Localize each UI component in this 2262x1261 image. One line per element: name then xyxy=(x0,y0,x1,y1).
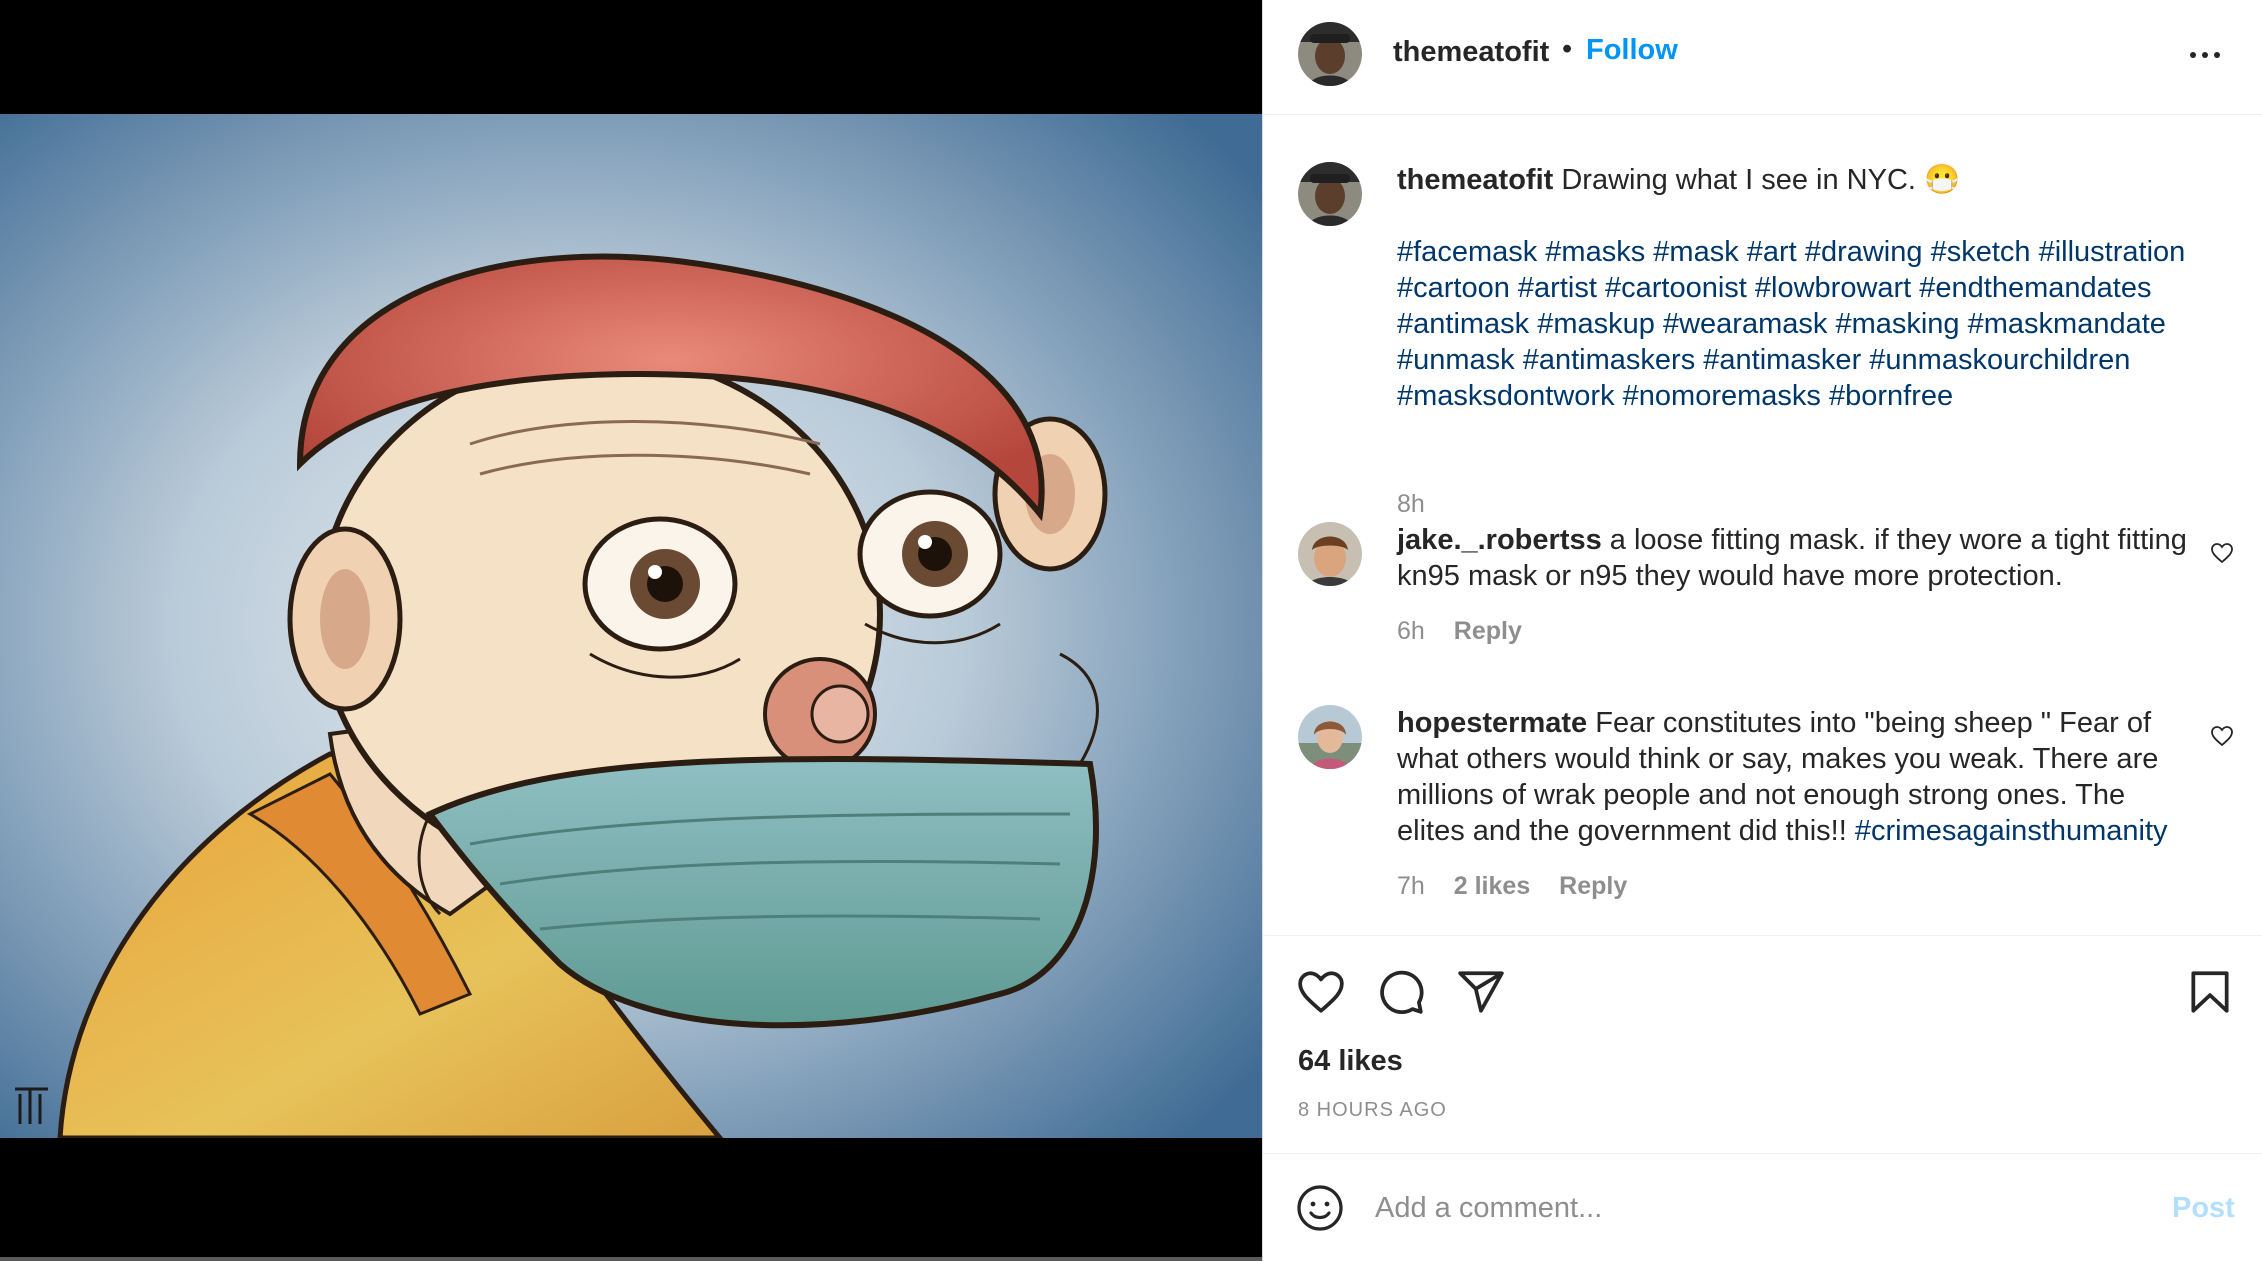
hashtag-link[interactable]: #unmaskourchildren xyxy=(1869,344,2130,376)
comment-meta: 6h Reply xyxy=(1397,617,1544,646)
comment-username[interactable]: jake._.robertss xyxy=(1397,524,1602,556)
post-details-panel: themeatofit • Follow themeatofit Drawing… xyxy=(1263,0,2262,1261)
more-options-icon[interactable] xyxy=(2185,38,2225,68)
hashtag-link[interactable]: #illustration xyxy=(2039,236,2186,268)
hashtag-link[interactable]: #facemask xyxy=(1397,236,1537,268)
comment-text: hopestermate Fear constitutes into "bein… xyxy=(1397,705,2197,849)
hashtag-link[interactable]: #artist xyxy=(1518,272,1597,304)
comment-text: jake._.robertss a loose fitting mask. if… xyxy=(1397,522,2197,594)
hashtag-link[interactable]: #cartoon xyxy=(1397,272,1510,304)
heart-icon[interactable] xyxy=(1296,967,1346,1017)
comments-section: themeatofit Drawing what I see in NYC. 😷… xyxy=(1263,115,2262,935)
caption-time[interactable]: 8h xyxy=(1397,490,1425,518)
hashtag-link[interactable]: #bornfree xyxy=(1829,380,1953,412)
hashtag-link[interactable]: #maskmandate xyxy=(1968,308,2166,340)
hashtag-link[interactable]: #unmask xyxy=(1397,344,1515,376)
post-media xyxy=(0,0,1263,1261)
hashtag-link[interactable]: #masking xyxy=(1835,308,1959,340)
media-bottom-strip xyxy=(0,1257,1263,1261)
like-comment-heart-icon[interactable] xyxy=(2209,724,2235,748)
follow-button[interactable]: Follow xyxy=(1586,34,1678,67)
post-timestamp: 8 HOURS AGO xyxy=(1298,1099,1447,1121)
hashtag-link[interactable]: #antimasker xyxy=(1703,344,1861,376)
commenter-avatar[interactable] xyxy=(1298,705,1362,769)
hashtag-link[interactable]: #antimaskers xyxy=(1523,344,1695,376)
comment-time[interactable]: 7h xyxy=(1397,872,1425,900)
hashtag-link[interactable]: #art xyxy=(1747,236,1797,268)
caption-author-avatar[interactable] xyxy=(1298,162,1362,226)
comment-icon[interactable] xyxy=(1376,967,1426,1017)
comment-username[interactable]: hopestermate xyxy=(1397,707,1587,739)
hashtag-link[interactable]: #mask xyxy=(1653,236,1738,268)
emoji-icon[interactable] xyxy=(1296,1184,1344,1232)
share-icon[interactable] xyxy=(1456,967,1506,1017)
post-comment-button[interactable]: Post xyxy=(2172,1192,2235,1225)
like-count[interactable]: 64 likes xyxy=(1298,1045,1403,1078)
hashtag-link[interactable]: #masks xyxy=(1545,236,1645,268)
post-header: themeatofit • Follow xyxy=(1263,0,2262,115)
hashtag-link[interactable]: #crimesagainsthumanity xyxy=(1855,815,2168,847)
hashtag-link[interactable]: #masksdontwork xyxy=(1397,380,1615,412)
author-username[interactable]: themeatofit xyxy=(1393,36,1549,69)
reply-button[interactable]: Reply xyxy=(1454,617,1522,645)
comment-likes[interactable]: 2 likes xyxy=(1454,872,1530,900)
caption-text: themeatofit Drawing what I see in NYC. 😷… xyxy=(1397,162,2197,414)
caption-username[interactable]: themeatofit xyxy=(1397,164,1553,196)
author-avatar[interactable] xyxy=(1298,22,1362,86)
comment-time[interactable]: 6h xyxy=(1397,617,1425,645)
comment-meta: 7h 2 likes Reply xyxy=(1397,872,1649,901)
hashtag-link[interactable]: #wearamask xyxy=(1663,308,1827,340)
caption-meta: 8h xyxy=(1397,490,1447,519)
hashtag-link[interactable]: #maskup xyxy=(1537,308,1655,340)
post-actions: 64 likes 8 HOURS AGO xyxy=(1263,935,2262,1153)
separator-dot: • xyxy=(1562,33,1573,65)
hashtag-link[interactable]: #antimask xyxy=(1397,308,1529,340)
add-comment-bar: Post xyxy=(1263,1153,2262,1261)
hashtag-link[interactable]: #lowbrowart xyxy=(1755,272,1911,304)
comment-input[interactable] xyxy=(1375,1184,2075,1232)
artwork-illustration xyxy=(0,114,1263,1138)
commenter-avatar[interactable] xyxy=(1298,522,1362,586)
hashtag-link[interactable]: #endthemandates xyxy=(1919,272,2151,304)
caption-hashtags: #facemask #masks #mask #art #drawing #sk… xyxy=(1397,234,2197,414)
like-comment-heart-icon[interactable] xyxy=(2209,541,2235,565)
mask-emoji: 😷 xyxy=(1924,164,1961,196)
reply-button[interactable]: Reply xyxy=(1559,872,1627,900)
hashtag-link[interactable]: #cartoonist xyxy=(1605,272,1747,304)
hashtag-link[interactable]: #nomoremasks xyxy=(1623,380,1821,412)
post-image[interactable] xyxy=(0,114,1263,1138)
caption-body: Drawing what I see in NYC. xyxy=(1561,164,1916,196)
hashtag-link[interactable]: #sketch xyxy=(1931,236,2031,268)
hashtag-link[interactable]: #drawing xyxy=(1805,236,1923,268)
bookmark-icon[interactable] xyxy=(2185,967,2235,1017)
